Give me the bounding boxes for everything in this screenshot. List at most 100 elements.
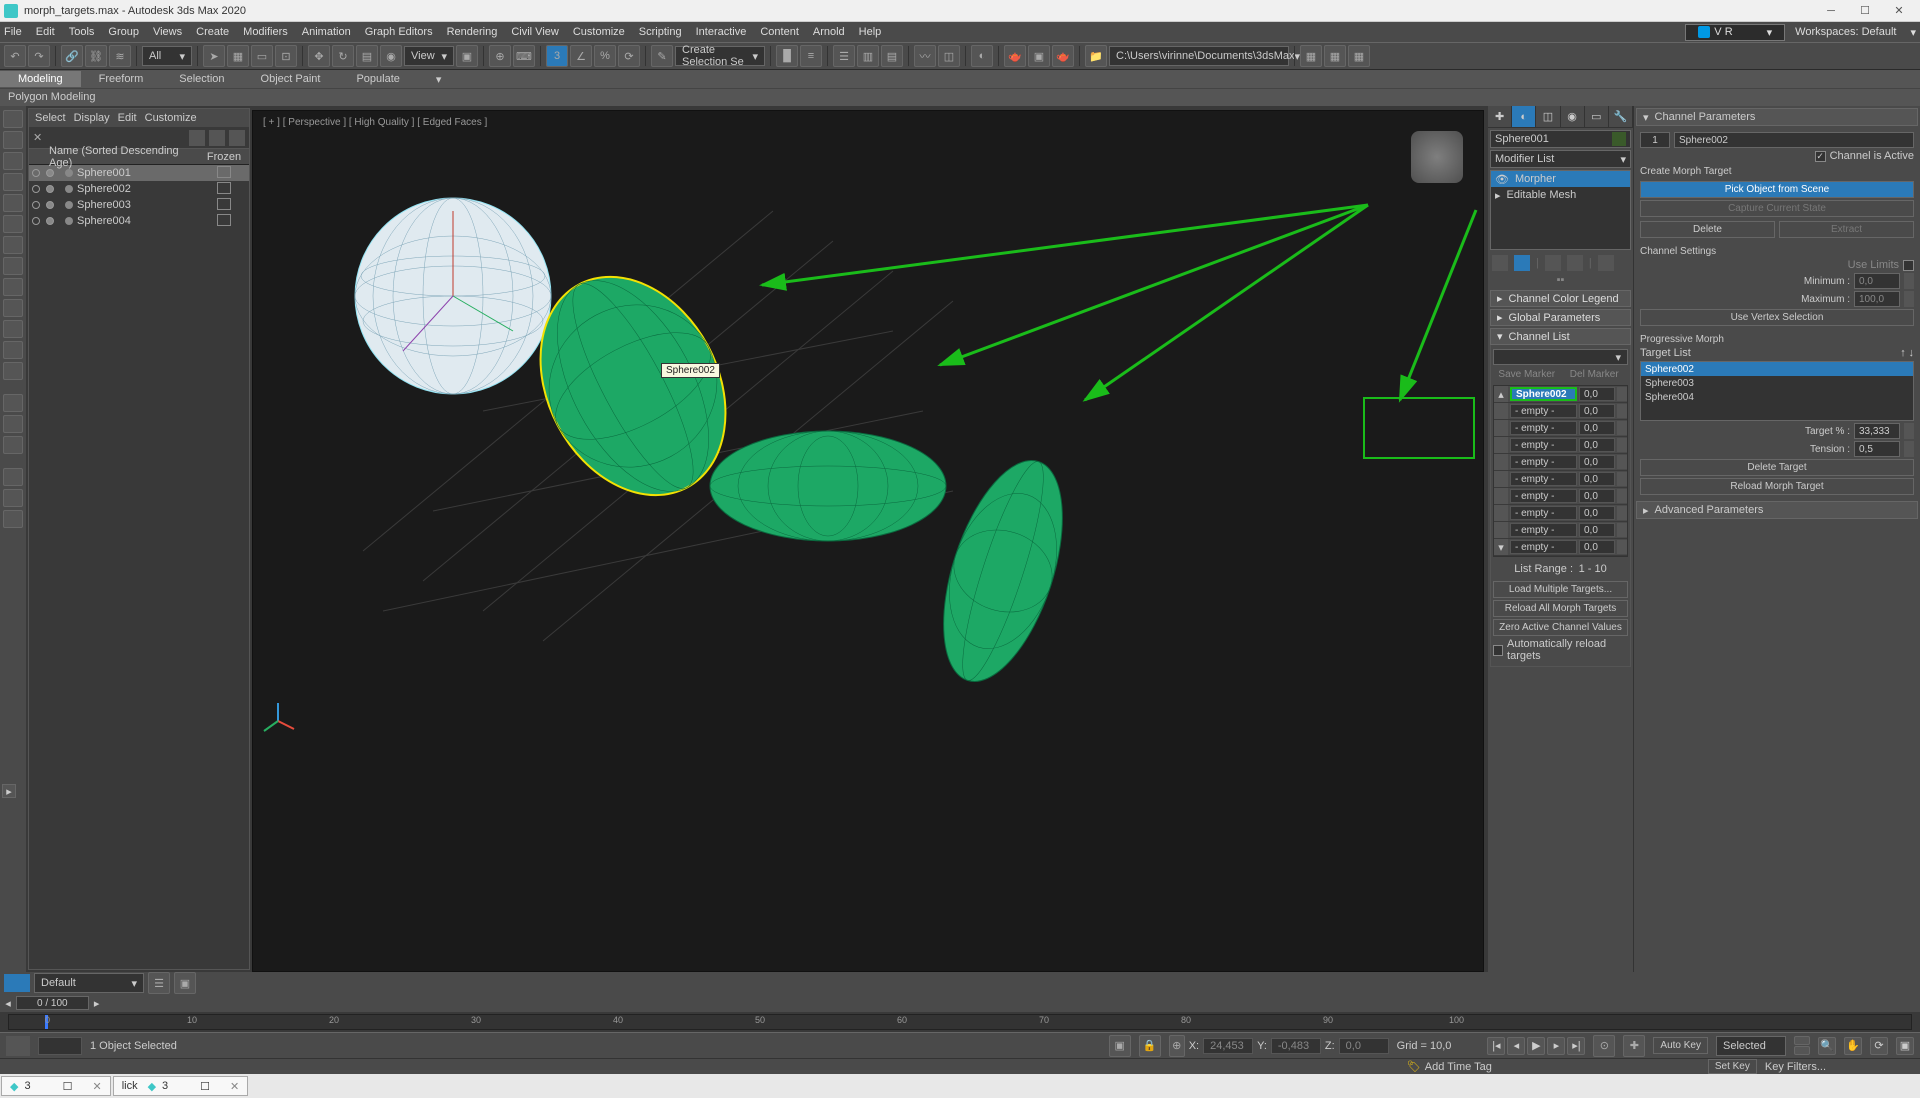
select-button[interactable]: ➤ bbox=[203, 45, 225, 67]
ribbon-tab-modeling[interactable]: Modeling bbox=[0, 71, 81, 87]
workspace-label[interactable]: Workspaces: Default bbox=[1795, 26, 1896, 38]
viewcube[interactable] bbox=[1411, 131, 1463, 183]
nav-max-icon[interactable]: ▣ bbox=[1896, 1037, 1914, 1055]
unlink-button[interactable]: ⛓ bbox=[85, 45, 107, 67]
menu-civil[interactable]: Civil View bbox=[511, 26, 558, 38]
redo-button[interactable]: ↷ bbox=[28, 45, 50, 67]
pick-object-button[interactable]: Pick Object from Scene bbox=[1640, 181, 1914, 198]
crease-icon[interactable] bbox=[3, 152, 23, 170]
pivot-button[interactable]: ▣ bbox=[456, 45, 478, 67]
minimum-input[interactable]: 0,0 bbox=[1854, 273, 1900, 289]
extra-btn2[interactable]: ▦ bbox=[1324, 45, 1346, 67]
add-time-tag[interactable]: 🏷Add Time Tag bbox=[1407, 1060, 1492, 1073]
object-color-swatch[interactable] bbox=[1612, 132, 1626, 146]
filter2-icon[interactable] bbox=[3, 489, 23, 507]
render-frame-button[interactable]: ▣ bbox=[1028, 45, 1050, 67]
target-down-icon[interactable]: ↓ bbox=[1909, 347, 1915, 359]
render-setup-button[interactable]: 🫖 bbox=[1004, 45, 1026, 67]
goto-end-icon[interactable]: ▸| bbox=[1567, 1037, 1585, 1055]
show-end-result-icon[interactable] bbox=[1514, 255, 1530, 271]
remove-mod-icon[interactable] bbox=[1567, 255, 1583, 271]
key-mode-icon[interactable]: ⊙ bbox=[1593, 1035, 1615, 1057]
nav-a[interactable] bbox=[1834, 1060, 1848, 1074]
ribbon-tab-selection[interactable]: Selection bbox=[161, 71, 242, 87]
menu-modifiers[interactable]: Modifiers bbox=[243, 26, 288, 38]
nav-1[interactable] bbox=[1794, 1036, 1810, 1045]
groups-icon[interactable] bbox=[3, 320, 23, 338]
maxscript-icon[interactable] bbox=[6, 1036, 30, 1056]
channel-9[interactable]: - empty - bbox=[1510, 523, 1577, 537]
cmd-create-tab[interactable]: ✚ bbox=[1488, 106, 1512, 127]
expand-trackbar-icon[interactable]: ▸ bbox=[2, 784, 16, 798]
next-frame-icon[interactable]: ▸ bbox=[1547, 1037, 1565, 1055]
spinner-snap-button[interactable]: ⟳ bbox=[618, 45, 640, 67]
menu-create[interactable]: Create bbox=[196, 26, 229, 38]
channel-6[interactable]: - empty - bbox=[1510, 472, 1577, 486]
column-name[interactable]: Name (Sorted Descending Age) bbox=[43, 145, 199, 169]
channel-number[interactable]: 1 bbox=[1640, 132, 1670, 148]
isolate-icon[interactable]: ▣ bbox=[174, 972, 196, 994]
nav-d[interactable] bbox=[1900, 1060, 1914, 1074]
xref-icon[interactable] bbox=[3, 341, 23, 359]
ribbon-tab-objectpaint[interactable]: Object Paint bbox=[243, 71, 339, 87]
target-up-icon[interactable]: ↑ bbox=[1900, 347, 1906, 359]
menu-file[interactable]: File bbox=[4, 26, 22, 38]
configure-sets-icon[interactable] bbox=[1598, 255, 1614, 271]
ribbon-sub[interactable]: Polygon Modeling bbox=[0, 88, 1920, 106]
modifier-morpher[interactable]: 👁Morpher bbox=[1491, 171, 1630, 187]
zero-active-button[interactable]: Zero Active Channel Values bbox=[1493, 619, 1628, 636]
nav-c[interactable] bbox=[1878, 1060, 1892, 1074]
filter3-icon[interactable] bbox=[3, 510, 23, 528]
nav-b[interactable] bbox=[1856, 1060, 1870, 1074]
reload-all-button[interactable]: Reload All Morph Targets bbox=[1493, 600, 1628, 617]
cmd-motion-tab[interactable]: ◉ bbox=[1561, 106, 1585, 127]
taskbar-tab-1[interactable]: ◆3☐✕ bbox=[1, 1076, 111, 1096]
none-icon[interactable] bbox=[3, 415, 23, 433]
script-input[interactable] bbox=[38, 1037, 82, 1055]
outliner-tool1[interactable] bbox=[189, 130, 205, 146]
channel-4[interactable]: - empty - bbox=[1510, 438, 1577, 452]
angle-snap-button[interactable]: ∠ bbox=[570, 45, 592, 67]
key-filters[interactable]: Key Filters... bbox=[1765, 1061, 1826, 1073]
menu-edit[interactable]: Edit bbox=[36, 26, 55, 38]
outliner-tool3[interactable] bbox=[229, 130, 245, 146]
maximum-input[interactable]: 100,0 bbox=[1854, 291, 1900, 307]
outliner-tab-edit[interactable]: Edit bbox=[118, 112, 137, 124]
material-editor-button[interactable]: ◐ bbox=[971, 45, 993, 67]
ribbon-tab-populate[interactable]: Populate bbox=[338, 71, 417, 87]
channel-7[interactable]: - empty - bbox=[1510, 489, 1577, 503]
use-limits-checkbox[interactable]: Use Limits bbox=[1640, 259, 1914, 271]
nav-zoom-icon[interactable]: 🔍 bbox=[1818, 1037, 1836, 1055]
selection-set-edit[interactable]: ✎ bbox=[651, 45, 673, 67]
outliner-tab-display[interactable]: Display bbox=[74, 112, 110, 124]
scene-explorer-icon[interactable] bbox=[3, 110, 23, 128]
curve-editor-button[interactable]: 〰 bbox=[914, 45, 936, 67]
channel-3[interactable]: - empty - bbox=[1510, 421, 1577, 435]
close-button[interactable]: ✕ bbox=[1882, 1, 1916, 21]
outliner-row-sphere004[interactable]: Sphere004 bbox=[29, 213, 249, 229]
capture-state-button[interactable]: Capture Current State bbox=[1640, 200, 1914, 217]
channel-8[interactable]: - empty - bbox=[1510, 506, 1577, 520]
time-slider[interactable]: 0 / 100 bbox=[16, 996, 89, 1010]
nav-2[interactable] bbox=[1794, 1046, 1810, 1055]
menu-rendering[interactable]: Rendering bbox=[447, 26, 498, 38]
frozen-icon[interactable] bbox=[3, 362, 23, 380]
menu-help[interactable]: Help bbox=[859, 26, 882, 38]
auto-reload-checkbox[interactable]: Automatically reload targets bbox=[1493, 638, 1628, 662]
selection-lock-icon[interactable] bbox=[4, 974, 30, 992]
rect-region-button[interactable]: ▭ bbox=[251, 45, 273, 67]
invert-icon[interactable] bbox=[3, 436, 23, 454]
ribbon-expand[interactable]: ▾ bbox=[418, 71, 460, 88]
project-button[interactable]: 📁 bbox=[1085, 45, 1107, 67]
menu-customize[interactable]: Customize bbox=[573, 26, 625, 38]
window-crossing-button[interactable]: ⊡ bbox=[275, 45, 297, 67]
target-percent-input[interactable]: 33,333 bbox=[1854, 423, 1900, 439]
link-button[interactable]: 🔗 bbox=[61, 45, 83, 67]
helpers-icon[interactable] bbox=[3, 236, 23, 254]
target-list[interactable]: Sphere002 Sphere003 Sphere004 bbox=[1640, 361, 1914, 421]
target-sphere003[interactable]: Sphere003 bbox=[1641, 376, 1913, 390]
channel-down[interactable]: ▾ bbox=[1494, 539, 1508, 555]
outliner-row-sphere003[interactable]: Sphere003 bbox=[29, 197, 249, 213]
layers-icon[interactable]: ☰ bbox=[148, 972, 170, 994]
time-next-icon[interactable]: ▸ bbox=[89, 997, 105, 1010]
